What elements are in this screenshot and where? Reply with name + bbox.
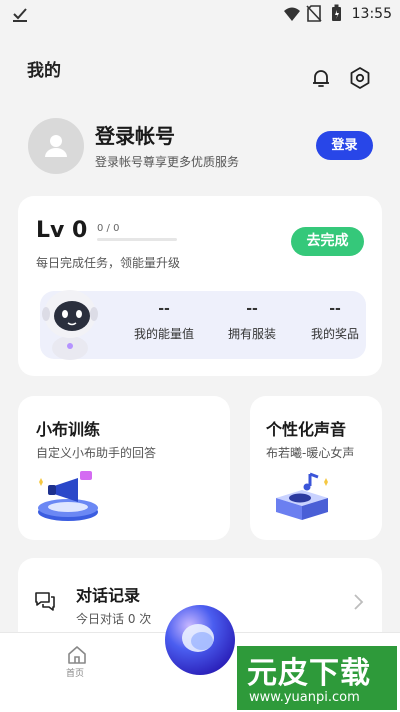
voice-title: 个性化声音 bbox=[266, 420, 347, 439]
bell-icon[interactable] bbox=[309, 66, 333, 90]
chat-history-subtitle: 今日对话 0 次 bbox=[76, 612, 152, 626]
assistant-orb-button[interactable] bbox=[164, 604, 236, 676]
chat-history-title: 对话记录 bbox=[76, 586, 141, 605]
login-subtitle: 登录帐号尊享更多优质服务 bbox=[95, 155, 240, 169]
login-title[interactable]: 登录帐号 bbox=[95, 120, 175, 149]
training-card[interactable]: 小布训练 自定义小布助手的回答 bbox=[18, 396, 230, 540]
training-subtitle: 自定义小布助手的回答 bbox=[36, 446, 157, 460]
robot-mascot-icon bbox=[42, 290, 98, 360]
energy-stat[interactable]: -- 我的能量值 bbox=[124, 291, 204, 342]
avatar[interactable] bbox=[28, 118, 84, 174]
level-card: Lv 0 0 / 0 每日完成任务，领能量升级 去完成 -- 我的能量值 -- … bbox=[18, 196, 382, 376]
status-bar: 13:55 bbox=[0, 0, 400, 28]
prizes-value: -- bbox=[329, 301, 341, 317]
no-sim-icon bbox=[306, 5, 322, 22]
wifi-icon bbox=[284, 7, 300, 21]
level-subtitle: 每日完成任务，领能量升级 bbox=[36, 256, 181, 270]
check-icon bbox=[13, 8, 27, 22]
chevron-right-icon bbox=[354, 594, 364, 610]
chat-history-icon bbox=[35, 592, 55, 611]
training-title: 小布训练 bbox=[36, 420, 101, 439]
login-button[interactable]: 登录 bbox=[316, 131, 373, 160]
energy-value: -- bbox=[158, 301, 170, 317]
complete-task-button[interactable]: 去完成 bbox=[291, 227, 364, 256]
battery-icon bbox=[332, 4, 341, 21]
voice-subtitle: 布若曦-暖心女声 bbox=[266, 446, 355, 460]
nav-home-label[interactable]: 首页 bbox=[66, 666, 84, 679]
level-label: Lv 0 bbox=[36, 218, 88, 243]
user-placeholder-icon bbox=[45, 135, 67, 157]
record-player-icon bbox=[276, 472, 328, 520]
level-progress-bar bbox=[97, 238, 177, 241]
page-title: 我的 bbox=[27, 61, 61, 81]
voice-card[interactable]: 个性化声音 布若曦-暖心女声 bbox=[250, 396, 382, 540]
watermark-brand: 元皮下载 bbox=[247, 656, 371, 691]
watermark-url: www.yuanpi.com bbox=[249, 690, 360, 705]
outfits-stat[interactable]: -- 拥有服装 bbox=[212, 291, 292, 342]
energy-label: 我的能量值 bbox=[133, 327, 194, 341]
level-progress-text: 0 / 0 bbox=[97, 223, 120, 234]
outfits-value: -- bbox=[246, 301, 258, 317]
prizes-stat[interactable]: -- 我的奖品 bbox=[295, 291, 375, 342]
home-icon[interactable] bbox=[66, 644, 88, 666]
watermark: 元皮下载 www.yuanpi.com bbox=[237, 646, 397, 710]
prizes-label: 我的奖品 bbox=[310, 327, 359, 341]
settings-icon[interactable] bbox=[348, 66, 372, 90]
training-megaphone-icon bbox=[38, 471, 98, 521]
outfits-label: 拥有服装 bbox=[227, 327, 276, 341]
clock: 13:55 bbox=[351, 6, 392, 22]
